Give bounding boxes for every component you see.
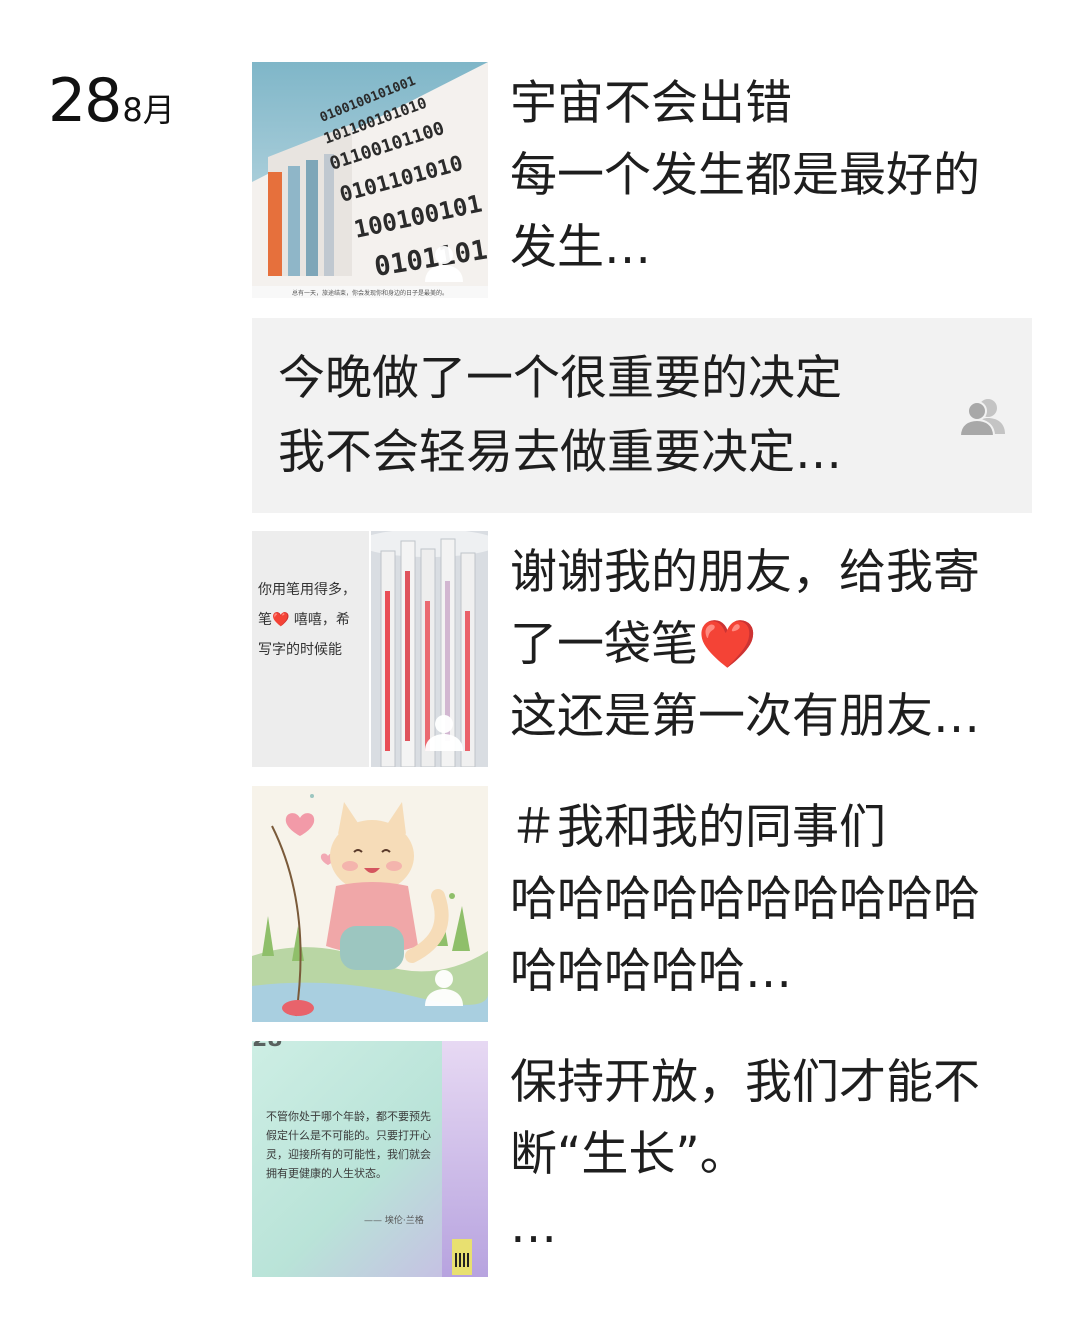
post-thumbnail[interactable] <box>252 786 488 1022</box>
person-icon <box>425 246 463 282</box>
image-quote: 不管你处于哪个年龄，都不要预先假定什么是不可能的。只要打开心灵，迎接所有的可能性… <box>266 1110 431 1180</box>
post-text: 谢谢我的朋友，给我寄 了一袋笔❤️ 这还是第一次有朋友… <box>510 545 980 744</box>
group-icon <box>958 399 1005 437</box>
post-thumbnail[interactable]: 你用笔用得多， 笔❤️ 嘻嘻，希 写字的时候能 <box>252 531 488 767</box>
date-month: 8月 <box>122 91 175 129</box>
image-caption: 总有一天，旅途结束，你会发现你和身边的日子是最美的。 <box>292 289 448 297</box>
post-text: 保持开放，我们才能不 断“生长”。 … <box>510 1055 980 1254</box>
moment-post[interactable]: 0100100101001 101100101010 01100101100 0… <box>252 62 1032 300</box>
moment-post[interactable]: 你用笔用得多， 笔❤️ 嘻嘻，希 写字的时候能 谢谢我的朋友，给我寄 了一袋笔❤… <box>252 531 1032 769</box>
image-author: —— 埃伦·兰格 <box>364 1216 424 1226</box>
date-header: 28 8月 <box>48 66 175 136</box>
person-icon <box>425 970 463 1006</box>
date-day: 28 <box>48 66 122 136</box>
moment-post[interactable]: ＃我和我的同事们 哈哈哈哈哈哈哈哈哈哈 哈哈哈哈哈… <box>252 786 1032 1024</box>
qr-badge <box>452 1239 472 1275</box>
person-icon <box>425 715 463 751</box>
post-text: 今晚做了一个很重要的决定 我不会轻易去做重要决定… <box>278 351 842 480</box>
image-note-text: 你用笔用得多， 笔❤️ 嘻嘻，希 写字的时候能 <box>258 582 356 658</box>
post-thumbnail[interactable]: 28 不管你处于哪个年龄，都不要预先假定什么是不可能的。只要打开心灵，迎接所有的… <box>252 1041 488 1277</box>
post-text: 宇宙不会出错 每一个发生都是最好的 发生… <box>510 76 980 275</box>
post-text: ＃我和我的同事们 哈哈哈哈哈哈哈哈哈哈 哈哈哈哈哈… <box>510 800 980 999</box>
note-image: 你用笔用得多， 笔❤️ 嘻嘻，希 写字的时候能 <box>252 531 369 767</box>
moment-post[interactable]: 28 不管你处于哪个年龄，都不要预先假定什么是不可能的。只要打开心灵，迎接所有的… <box>252 1041 1032 1279</box>
moment-text-post[interactable]: 今晚做了一个很重要的决定 我不会轻易去做重要决定… <box>252 318 1032 513</box>
image-date: 28 <box>252 1041 283 1052</box>
post-thumbnail[interactable]: 0100100101001 101100101010 01100101100 0… <box>252 62 488 298</box>
